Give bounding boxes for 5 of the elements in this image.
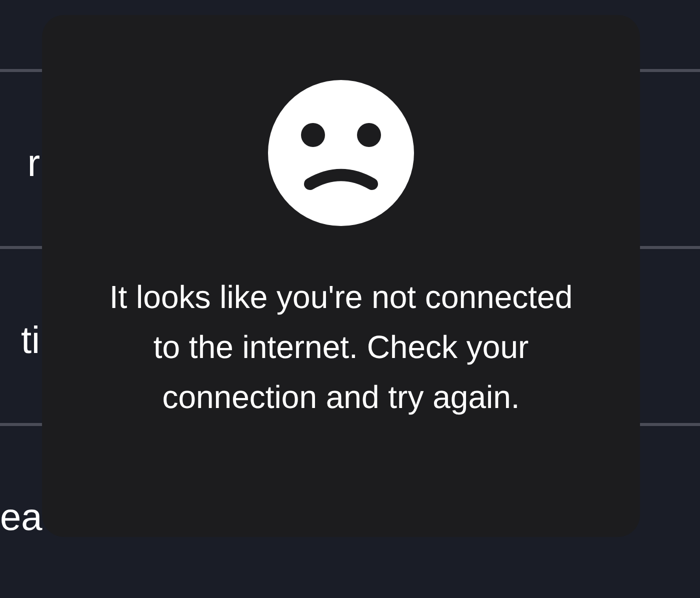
list-item-label: ea (0, 496, 42, 541)
list-item-label: r (26, 142, 40, 187)
offline-message: It looks like you're not connected to the internet. Check your connection and try again. (108, 278, 574, 417)
list-item-label: ti (20, 319, 40, 364)
sad-face-icon (268, 80, 414, 226)
